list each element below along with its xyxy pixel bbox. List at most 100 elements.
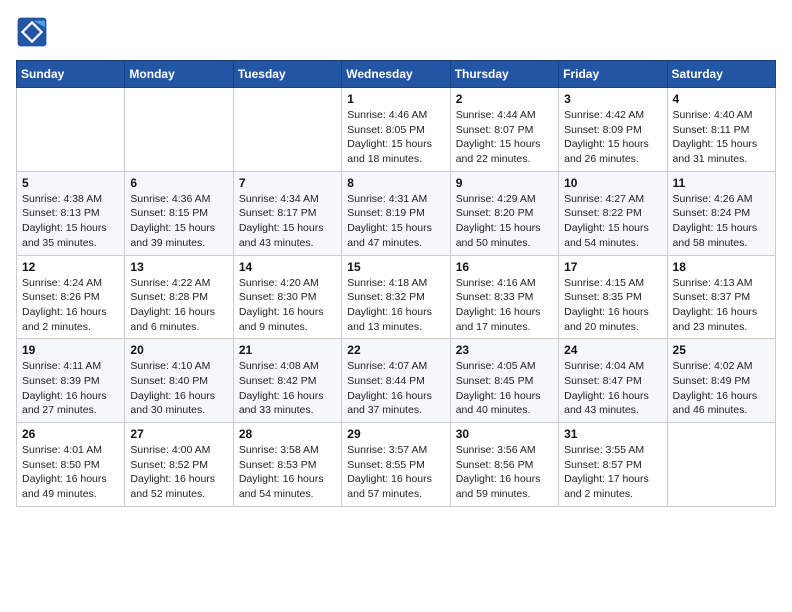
calendar-cell: 8 Sunrise: 4:31 AM Sunset: 8:19 PM Daylig… <box>342 171 450 255</box>
day-number: 14 <box>239 260 336 274</box>
day-number: 3 <box>564 92 661 106</box>
day-info: Sunrise: 4:13 AM Sunset: 8:37 PM Dayligh… <box>673 276 770 335</box>
calendar-cell: 27 Sunrise: 4:00 AM Sunset: 8:52 PM Dayli… <box>125 423 233 507</box>
day-info: Sunrise: 4:46 AM Sunset: 8:05 PM Dayligh… <box>347 108 444 167</box>
logo-icon <box>16 16 48 48</box>
day-info: Sunrise: 4:18 AM Sunset: 8:32 PM Dayligh… <box>347 276 444 335</box>
day-info: Sunrise: 4:38 AM Sunset: 8:13 PM Dayligh… <box>22 192 119 251</box>
day-number: 13 <box>130 260 227 274</box>
calendar-cell: 14Sunrise: 4:20 AM Sunset: 8:30 PM Dayli… <box>233 255 341 339</box>
calendar-cell: 7 Sunrise: 4:34 AM Sunset: 8:17 PM Daylig… <box>233 171 341 255</box>
day-number: 19 <box>22 343 119 357</box>
calendar-cell: 4 Sunrise: 4:40 AM Sunset: 8:11 PM Daylig… <box>667 88 775 172</box>
day-number: 29 <box>347 427 444 441</box>
day-number: 12 <box>22 260 119 274</box>
day-info: Sunrise: 4:22 AM Sunset: 8:28 PM Dayligh… <box>130 276 227 335</box>
day-info: Sunrise: 4:05 AM Sunset: 8:45 PM Dayligh… <box>456 359 553 418</box>
day-info: Sunrise: 4:08 AM Sunset: 8:42 PM Dayligh… <box>239 359 336 418</box>
calendar-cell: 1 Sunrise: 4:46 AM Sunset: 8:05 PM Daylig… <box>342 88 450 172</box>
calendar-week-row: 5 Sunrise: 4:38 AM Sunset: 8:13 PM Daylig… <box>17 171 776 255</box>
weekday-header: Sunday <box>17 61 125 88</box>
calendar-cell: 12 Sunrise: 4:24 AM Sunset: 8:26 PM Dayli… <box>17 255 125 339</box>
day-info: Sunrise: 4:36 AM Sunset: 8:15 PM Dayligh… <box>130 192 227 251</box>
day-info: Sunrise: 4:15 AM Sunset: 8:35 PM Dayligh… <box>564 276 661 335</box>
calendar-cell <box>667 423 775 507</box>
calendar-cell <box>17 88 125 172</box>
weekday-header: Monday <box>125 61 233 88</box>
day-number: 22 <box>347 343 444 357</box>
day-info: Sunrise: 4:44 AM Sunset: 8:07 PM Dayligh… <box>456 108 553 167</box>
day-number: 9 <box>456 176 553 190</box>
day-info: Sunrise: 4:26 AM Sunset: 8:24 PM Dayligh… <box>673 192 770 251</box>
calendar-cell: 25 Sunrise: 4:02 AM Sunset: 8:49 PM Dayli… <box>667 339 775 423</box>
calendar-cell: 17 Sunrise: 4:15 AM Sunset: 8:35 PM Dayli… <box>559 255 667 339</box>
calendar-cell: 24 Sunrise: 4:04 AM Sunset: 8:47 PM Dayli… <box>559 339 667 423</box>
calendar-cell: 19Sunrise: 4:11 AM Sunset: 8:39 PM Dayli… <box>17 339 125 423</box>
day-number: 20 <box>130 343 227 357</box>
calendar-cell: 18Sunrise: 4:13 AM Sunset: 8:37 PM Dayli… <box>667 255 775 339</box>
day-info: Sunrise: 4:24 AM Sunset: 8:26 PM Dayligh… <box>22 276 119 335</box>
day-number: 1 <box>347 92 444 106</box>
calendar-cell: 30 Sunrise: 3:56 AM Sunset: 8:56 PM Dayli… <box>450 423 558 507</box>
day-info: Sunrise: 4:10 AM Sunset: 8:40 PM Dayligh… <box>130 359 227 418</box>
day-info: Sunrise: 4:00 AM Sunset: 8:52 PM Dayligh… <box>130 443 227 502</box>
day-info: Sunrise: 4:34 AM Sunset: 8:17 PM Dayligh… <box>239 192 336 251</box>
day-number: 8 <box>347 176 444 190</box>
day-info: Sunrise: 4:40 AM Sunset: 8:11 PM Dayligh… <box>673 108 770 167</box>
day-info: Sunrise: 4:02 AM Sunset: 8:49 PM Dayligh… <box>673 359 770 418</box>
calendar-header-row: SundayMondayTuesdayWednesdayThursdayFrid… <box>17 61 776 88</box>
calendar-week-row: 19Sunrise: 4:11 AM Sunset: 8:39 PM Dayli… <box>17 339 776 423</box>
calendar-cell: 20 Sunrise: 4:10 AM Sunset: 8:40 PM Dayli… <box>125 339 233 423</box>
weekday-header: Thursday <box>450 61 558 88</box>
day-info: Sunrise: 3:57 AM Sunset: 8:55 PM Dayligh… <box>347 443 444 502</box>
day-number: 17 <box>564 260 661 274</box>
calendar-cell: 22 Sunrise: 4:07 AM Sunset: 8:44 PM Dayli… <box>342 339 450 423</box>
day-number: 25 <box>673 343 770 357</box>
calendar-week-row: 26 Sunrise: 4:01 AM Sunset: 8:50 PM Dayli… <box>17 423 776 507</box>
day-info: Sunrise: 3:56 AM Sunset: 8:56 PM Dayligh… <box>456 443 553 502</box>
calendar-cell: 11Sunrise: 4:26 AM Sunset: 8:24 PM Dayli… <box>667 171 775 255</box>
day-number: 21 <box>239 343 336 357</box>
calendar-cell: 10Sunrise: 4:27 AM Sunset: 8:22 PM Dayli… <box>559 171 667 255</box>
day-number: 2 <box>456 92 553 106</box>
day-info: Sunrise: 4:29 AM Sunset: 8:20 PM Dayligh… <box>456 192 553 251</box>
weekday-header: Tuesday <box>233 61 341 88</box>
calendar-cell: 29 Sunrise: 3:57 AM Sunset: 8:55 PM Dayli… <box>342 423 450 507</box>
day-number: 5 <box>22 176 119 190</box>
day-info: Sunrise: 4:07 AM Sunset: 8:44 PM Dayligh… <box>347 359 444 418</box>
day-info: Sunrise: 3:58 AM Sunset: 8:53 PM Dayligh… <box>239 443 336 502</box>
day-number: 28 <box>239 427 336 441</box>
calendar-week-row: 12 Sunrise: 4:24 AM Sunset: 8:26 PM Dayli… <box>17 255 776 339</box>
day-info: Sunrise: 4:01 AM Sunset: 8:50 PM Dayligh… <box>22 443 119 502</box>
day-info: Sunrise: 4:42 AM Sunset: 8:09 PM Dayligh… <box>564 108 661 167</box>
calendar-cell: 21 Sunrise: 4:08 AM Sunset: 8:42 PM Dayli… <box>233 339 341 423</box>
day-number: 4 <box>673 92 770 106</box>
calendar-cell: 26 Sunrise: 4:01 AM Sunset: 8:50 PM Dayli… <box>17 423 125 507</box>
day-info: Sunrise: 4:16 AM Sunset: 8:33 PM Dayligh… <box>456 276 553 335</box>
weekday-header: Saturday <box>667 61 775 88</box>
calendar-cell <box>233 88 341 172</box>
day-number: 27 <box>130 427 227 441</box>
day-info: Sunrise: 3:55 AM Sunset: 8:57 PM Dayligh… <box>564 443 661 502</box>
calendar-cell: 31 Sunrise: 3:55 AM Sunset: 8:57 PM Dayli… <box>559 423 667 507</box>
day-number: 16 <box>456 260 553 274</box>
day-number: 7 <box>239 176 336 190</box>
weekday-header: Wednesday <box>342 61 450 88</box>
day-number: 26 <box>22 427 119 441</box>
calendar-cell: 13 Sunrise: 4:22 AM Sunset: 8:28 PM Dayli… <box>125 255 233 339</box>
day-info: Sunrise: 4:31 AM Sunset: 8:19 PM Dayligh… <box>347 192 444 251</box>
calendar-cell: 16 Sunrise: 4:16 AM Sunset: 8:33 PM Dayli… <box>450 255 558 339</box>
day-number: 31 <box>564 427 661 441</box>
calendar-cell: 2 Sunrise: 4:44 AM Sunset: 8:07 PM Daylig… <box>450 88 558 172</box>
day-number: 15 <box>347 260 444 274</box>
calendar-cell: 5 Sunrise: 4:38 AM Sunset: 8:13 PM Daylig… <box>17 171 125 255</box>
day-number: 6 <box>130 176 227 190</box>
day-info: Sunrise: 4:04 AM Sunset: 8:47 PM Dayligh… <box>564 359 661 418</box>
day-number: 30 <box>456 427 553 441</box>
calendar-cell: 6 Sunrise: 4:36 AM Sunset: 8:15 PM Daylig… <box>125 171 233 255</box>
page-header <box>16 16 776 48</box>
logo <box>16 16 52 48</box>
day-info: Sunrise: 4:27 AM Sunset: 8:22 PM Dayligh… <box>564 192 661 251</box>
calendar-cell <box>125 88 233 172</box>
day-number: 24 <box>564 343 661 357</box>
